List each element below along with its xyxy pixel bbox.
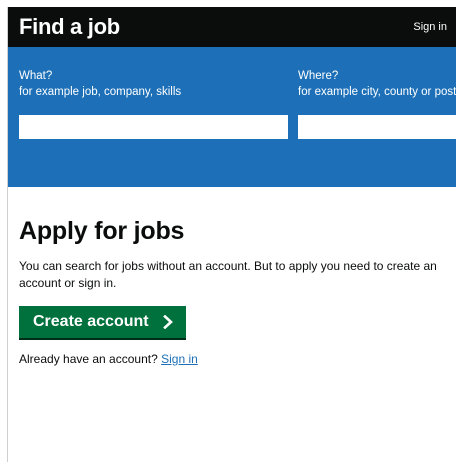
intro-text: You can search for jobs without an accou… xyxy=(19,259,437,290)
page-title: Apply for jobs xyxy=(19,217,185,245)
where-label: Where? xyxy=(298,70,339,82)
sign-in-link[interactable]: Sign in xyxy=(161,352,198,366)
main-content: Apply for jobs You can search for jobs w… xyxy=(8,187,456,366)
where-field: Where? for example city, county or postc… xyxy=(298,68,456,100)
what-field: What? for example job, company, skills xyxy=(19,68,181,100)
what-label: What? xyxy=(19,70,53,82)
create-account-button[interactable]: Create account xyxy=(19,306,186,338)
search-panel: What? for example job, company, skills W… xyxy=(8,47,456,187)
where-hint: for example city, county or postcode xyxy=(298,86,456,98)
page: Find a job Sign in What? for example job… xyxy=(7,7,456,462)
create-account-label: Create account xyxy=(33,313,149,330)
service-name[interactable]: Find a job xyxy=(19,14,120,40)
where-input[interactable] xyxy=(298,115,456,139)
header-sign-in-link[interactable]: Sign in xyxy=(413,21,447,33)
existing-account-prompt: Already have an account? Sign in xyxy=(19,352,446,366)
site-header: Find a job Sign in xyxy=(8,7,456,47)
what-input[interactable] xyxy=(19,115,288,139)
chevron-right-icon xyxy=(162,315,173,329)
existing-account-text: Already have an account? xyxy=(19,352,162,366)
what-hint: for example job, company, skills xyxy=(19,86,182,98)
